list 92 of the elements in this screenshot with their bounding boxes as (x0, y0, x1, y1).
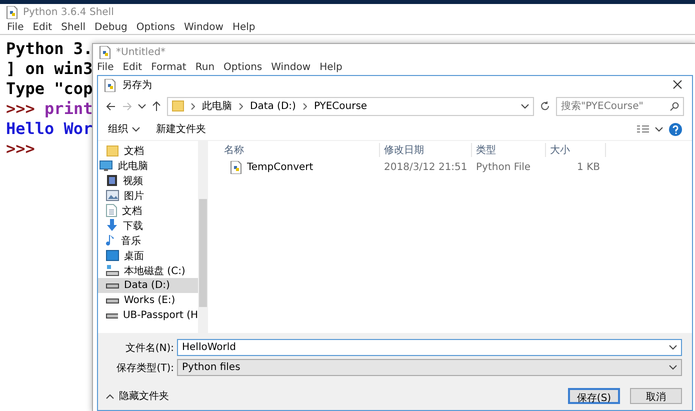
music-note-icon (106, 234, 116, 247)
cancel-button[interactable]: 取消 (630, 388, 682, 404)
prompt: >>> (6, 139, 35, 158)
sidebar-item[interactable]: 图片 (98, 188, 198, 203)
sidebar-item[interactable]: Works (E:) (98, 293, 198, 308)
sidebar-item[interactable]: 此电脑 (98, 158, 198, 173)
file-type: Python File (475, 162, 532, 172)
folder-icon (106, 144, 119, 156)
view-options-icon[interactable] (637, 124, 649, 134)
console-line: Type "cop (6, 79, 93, 99)
sidebar-item[interactable]: Data (D:) (98, 278, 198, 293)
chevron-right-icon (239, 102, 243, 110)
menu-item[interactable]: Options (136, 22, 175, 32)
help-icon[interactable] (669, 122, 682, 136)
refresh-icon[interactable] (540, 101, 550, 111)
field-label: 文件名(N): (124, 342, 174, 354)
column-header[interactable]: 修改日期 (380, 142, 472, 156)
up-arrow-icon[interactable] (152, 101, 161, 111)
console-line: Python 3. (6, 39, 93, 59)
caret-up-icon (106, 394, 114, 398)
breadcrumb-item[interactable]: Data (D:) (250, 100, 296, 112)
python-file-icon (104, 78, 116, 92)
sidebar-item[interactable]: 本地磁盘 (C:) (98, 263, 198, 278)
console-line: ] on win3 (6, 59, 93, 79)
file-type-dropdown[interactable]: Python files (177, 359, 682, 376)
search-field[interactable]: 搜索"PYECourse" (556, 96, 684, 116)
menu-item[interactable]: Run (195, 62, 215, 72)
column-header[interactable]: 类型 (472, 142, 546, 156)
menu-item[interactable]: File (97, 62, 114, 72)
folder-icon (172, 100, 184, 112)
caret-icon (132, 126, 140, 132)
hide-folders-toggle[interactable]: 隐藏文件夹 (98, 389, 169, 403)
caret-icon (669, 345, 677, 350)
sidebar-item[interactable]: 下载 (98, 218, 198, 233)
column-header[interactable]: 名称 (220, 142, 380, 156)
address-bar[interactable]: 此电脑 Data (D:) PYECourse (167, 96, 534, 116)
dropdown-caret-icon (138, 104, 146, 108)
chevron-right-icon (302, 102, 307, 110)
sidebar-item[interactable]: 视频 (98, 173, 198, 188)
back-arrow-icon[interactable] (106, 102, 116, 110)
python-file-icon (99, 46, 111, 58)
menu-item[interactable]: Edit (32, 22, 52, 32)
dialog-title: 另存为 (122, 78, 152, 92)
close-icon[interactable] (673, 80, 682, 88)
sidebar-item[interactable]: 音乐 (98, 233, 198, 248)
organize-menu[interactable]: 组织 (108, 122, 140, 136)
drive-icon (106, 282, 119, 288)
desktop-icon (106, 250, 119, 261)
window-title: *Untitled* (116, 46, 166, 58)
file-name[interactable]: TempConvert (247, 162, 314, 172)
menu-item[interactable]: Format (151, 62, 186, 72)
sidebar-item[interactable]: UB-Passport (H (98, 308, 198, 323)
menu-item[interactable]: Window (271, 62, 311, 72)
menu-item[interactable]: Edit (122, 62, 142, 72)
menu-item[interactable]: Help (232, 22, 256, 32)
console-code: print (44, 99, 93, 118)
drive-icon (106, 265, 119, 276)
film-icon (106, 174, 118, 187)
scrollbar[interactable] (198, 141, 208, 333)
menu-item[interactable]: Options (224, 62, 262, 72)
picture-icon (106, 190, 119, 201)
drive-icon (106, 312, 118, 318)
window-title: Python 3.6.4 Shell (23, 6, 114, 18)
document-icon (106, 204, 117, 217)
new-folder-button[interactable]: 新建文件夹 (156, 122, 206, 136)
caret-icon (669, 365, 677, 370)
column-header[interactable]: 大小 (546, 142, 606, 156)
file-size: 1 KB (576, 162, 601, 172)
caret-icon (521, 104, 529, 108)
down-arrow-icon (106, 219, 118, 232)
menu-item[interactable]: Help (320, 62, 342, 72)
console-output: Hello Wor (6, 119, 93, 139)
sidebar-item[interactable]: 文档 (98, 143, 198, 158)
file-date: 2018/3/12 21:51 (383, 162, 468, 172)
chevron-right-icon (191, 102, 195, 110)
menu-item[interactable]: Shell (61, 22, 86, 32)
drive-icon (106, 298, 119, 304)
prompt: >>> (6, 99, 35, 118)
python-file-icon (230, 160, 242, 174)
breadcrumb-item[interactable]: PYECourse (314, 100, 368, 112)
breadcrumb-item[interactable]: 此电脑 (202, 99, 232, 113)
menu-item[interactable]: File (7, 22, 24, 32)
caret-icon (655, 126, 663, 132)
save-button[interactable]: 保存(S) (568, 388, 620, 404)
field-label: 保存类型(T): (116, 362, 174, 374)
menu-item[interactable]: Debug (94, 22, 128, 32)
sidebar-item[interactable]: 文档 (98, 203, 198, 218)
menu-item[interactable]: Window (184, 22, 224, 32)
filename-field[interactable]: HelloWorld (177, 339, 682, 356)
monitor-icon (99, 160, 113, 172)
sidebar-item[interactable]: 桌面 (98, 248, 198, 263)
search-icon (670, 102, 679, 110)
